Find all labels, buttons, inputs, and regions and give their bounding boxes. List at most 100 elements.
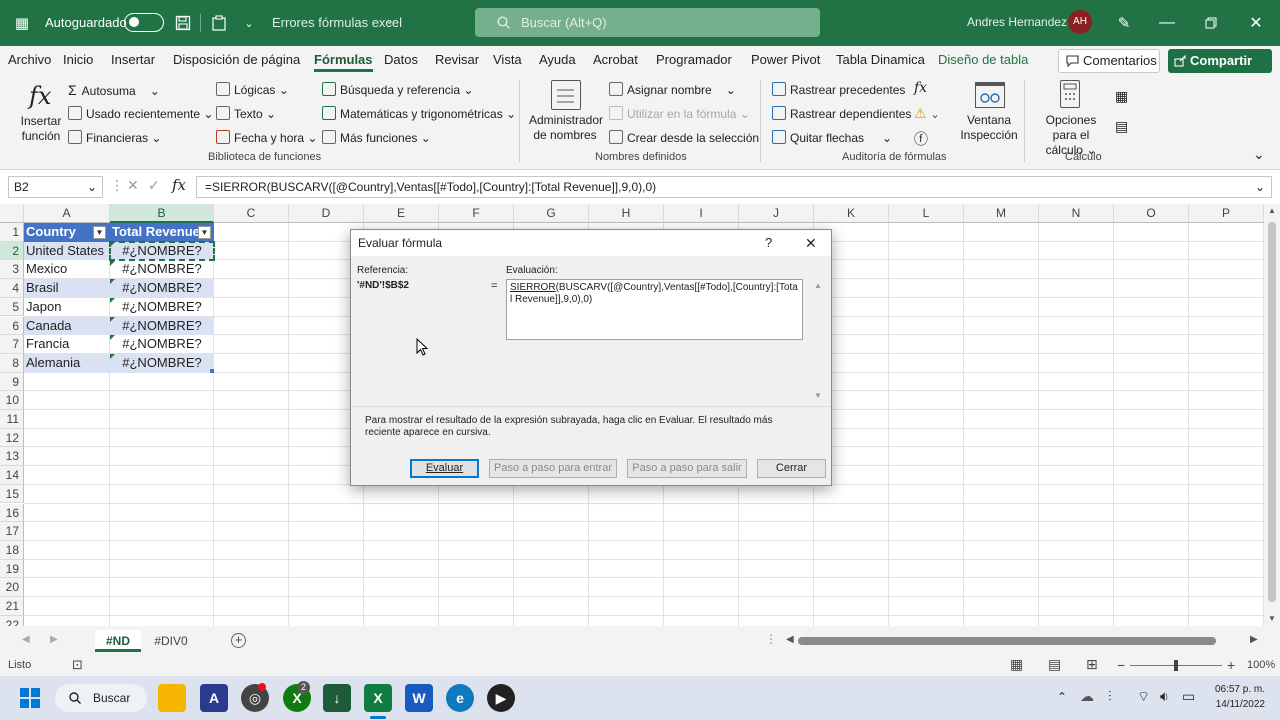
cell-country[interactable]: Brasil <box>26 279 110 298</box>
cloud-icon[interactable]: ☁ <box>1080 688 1094 705</box>
cell-country[interactable]: Japon <box>26 298 110 317</box>
math-button[interactable]: Matemáticas y trigonométricas ⌄ <box>322 106 516 121</box>
selected-cell[interactable] <box>109 240 215 262</box>
row-header[interactable]: 15 <box>0 484 24 504</box>
column-header[interactable]: J <box>739 204 814 223</box>
file-name[interactable]: Errores fórmulas excel <box>272 15 402 30</box>
column-header[interactable]: I <box>664 204 739 223</box>
enter-icon[interactable]: ✓ <box>148 177 160 194</box>
filter-dropdown-icon[interactable]: ▼ <box>198 226 211 239</box>
cancel-icon[interactable]: ✕ <box>127 177 139 194</box>
menu-disposicion[interactable]: Disposición de página <box>173 52 300 67</box>
remove-arrows-button[interactable]: Quitar flechas ⌄ <box>772 130 892 145</box>
menu-acrobat[interactable]: Acrobat <box>593 52 638 67</box>
close-window-icon[interactable]: ✕ <box>1245 12 1267 34</box>
page-layout-icon[interactable]: ▤ <box>1048 656 1061 673</box>
collapse-ribbon-icon[interactable]: ⌄ <box>1253 146 1265 163</box>
vertical-scrollbar[interactable]: ▲ ▼ <box>1264 204 1280 626</box>
clock[interactable]: 06:57 p. m. 14/11/2022 <box>1205 682 1265 712</box>
next-sheet-icon[interactable]: ▶ <box>50 634 58 645</box>
menu-datos[interactable]: Datos <box>384 52 418 67</box>
row-header[interactable]: 17 <box>0 522 24 541</box>
row-header[interactable]: 16 <box>0 503 24 523</box>
logical-button[interactable]: Lógicas ⌄ <box>216 82 289 97</box>
zoom-out-icon[interactable]: − <box>1117 657 1125 673</box>
column-header[interactable]: C <box>214 204 289 223</box>
step-in-button[interactable]: Paso a paso para entrar <box>489 459 617 478</box>
menu-diseno-tabla[interactable]: Diseño de tabla <box>938 52 1028 67</box>
insert-function-button[interactable]: Insertar función <box>20 114 62 144</box>
column-header[interactable]: F <box>439 204 514 223</box>
scroll-up-icon[interactable]: ▲ <box>1268 206 1276 215</box>
volume-icon[interactable]: 🔉︎ <box>1160 688 1169 705</box>
column-header[interactable]: N <box>1039 204 1114 223</box>
row-header[interactable]: 8 <box>0 353 24 373</box>
share-button[interactable]: Compartir <box>1168 49 1272 73</box>
media-player-icon[interactable]: ▶ <box>487 684 515 712</box>
column-header[interactable]: L <box>889 204 964 223</box>
evaluation-box[interactable]: SIERROR(BUSCARV([@Country],Ventas[[#Todo… <box>506 279 803 340</box>
step-out-button[interactable]: Paso a paso para salir <box>627 459 747 478</box>
add-sheet-icon[interactable]: + <box>231 633 246 648</box>
column-header[interactable]: A <box>24 204 110 223</box>
close-button[interactable]: Cerrar <box>757 459 826 478</box>
page-break-icon[interactable]: ⊞ <box>1086 656 1098 673</box>
windows-start-icon[interactable] <box>16 684 44 712</box>
name-manager-button[interactable]: Administrador de nombres <box>529 113 603 143</box>
show-formulas-icon[interactable]: fx <box>914 80 927 96</box>
menu-revisar[interactable]: Revisar <box>435 52 479 67</box>
close-icon[interactable]: ✕ <box>805 230 817 256</box>
row-header[interactable]: 7 <box>0 335 24 354</box>
calculate-sheet-icon[interactable]: ▤ <box>1115 118 1128 135</box>
taskbar-search[interactable]: Buscar <box>55 684 147 712</box>
row-header[interactable]: 2 <box>0 241 24 261</box>
scroll-down-icon[interactable]: ▼ <box>1268 614 1276 623</box>
pen-icon[interactable]: ✎ <box>1113 12 1135 34</box>
datetime-button[interactable]: Fecha y hora ⌄ <box>216 130 317 145</box>
row-header[interactable]: 6 <box>0 316 24 336</box>
stack-icon[interactable]: ⫶ <box>1108 688 1112 705</box>
sheet-tab-div0[interactable]: #DIV0 <box>146 630 196 652</box>
column-header[interactable]: E <box>364 204 439 223</box>
column-header[interactable]: O <box>1114 204 1189 223</box>
menu-formulas[interactable]: Fórmulas <box>314 52 373 72</box>
column-header[interactable]: P <box>1189 204 1264 223</box>
row-header[interactable]: 13 <box>0 447 24 467</box>
cell-country[interactable]: Francia <box>26 335 110 354</box>
edge-icon[interactable]: e <box>446 684 474 712</box>
evaluate-button[interactable]: Evaluar <box>410 459 479 478</box>
search-box[interactable]: Buscar (Alt+Q) <box>475 8 820 37</box>
menu-vista[interactable]: Vista <box>493 52 522 67</box>
zoom-level[interactable]: 100% <box>1247 659 1275 671</box>
zoom-in-icon[interactable]: + <box>1227 657 1235 673</box>
menu-ayuda[interactable]: Ayuda <box>539 52 576 67</box>
row-header[interactable]: 12 <box>0 428 24 448</box>
trace-dependents-button[interactable]: Rastrear dependientes <box>772 106 911 121</box>
column-header[interactable]: H <box>589 204 664 223</box>
menu-archivo[interactable]: Archivo <box>8 52 51 67</box>
autosum-button[interactable]: Σ Autosuma ⌄ <box>68 82 160 98</box>
row-header[interactable]: 22 <box>0 615 24 626</box>
save-icon[interactable] <box>172 12 194 34</box>
formula-input[interactable]: =SIERROR(BUSCARV([@Country],Ventas[[#Tod… <box>196 176 1272 198</box>
column-header[interactable]: B <box>110 204 214 223</box>
row-header[interactable]: 18 <box>0 540 24 560</box>
row-header[interactable]: 19 <box>0 559 24 579</box>
cell-country[interactable]: United States <box>26 242 110 261</box>
trace-precedents-button[interactable]: Rastrear precedentes <box>772 82 905 97</box>
zoom-slider-thumb[interactable] <box>1174 660 1178 671</box>
scroll-down-icon[interactable]: ▼ <box>814 391 822 400</box>
row-header[interactable]: 4 <box>0 279 24 298</box>
row-header[interactable]: 21 <box>0 597 24 616</box>
comments-button[interactable]: Comentarios <box>1058 49 1160 73</box>
cell-revenue[interactable]: #¿NOMBRE? <box>110 335 214 354</box>
prev-sheet-icon[interactable]: ◀ <box>22 634 30 645</box>
app-icon[interactable]: A <box>200 684 228 712</box>
word-taskbar-icon[interactable]: W <box>405 684 433 712</box>
customize-toolbar-icon[interactable]: ⌄ <box>238 12 260 34</box>
chevron-up-icon[interactable]: ⌃ <box>1057 690 1067 704</box>
clipboard-icon[interactable] <box>208 12 230 34</box>
scroll-up-icon[interactable]: ▲ <box>814 281 822 290</box>
row-header[interactable]: 10 <box>0 391 24 410</box>
scroll-left-icon[interactable]: ◀ <box>786 634 794 645</box>
